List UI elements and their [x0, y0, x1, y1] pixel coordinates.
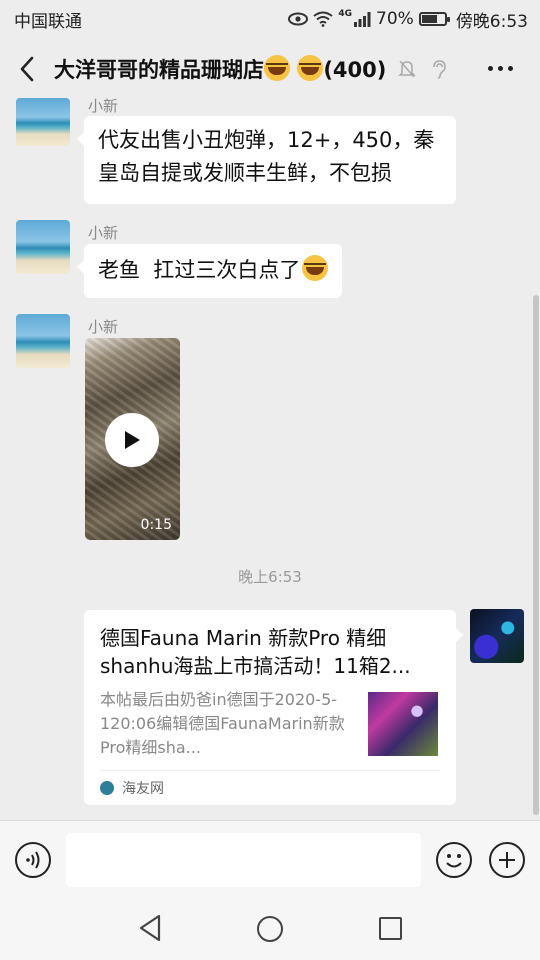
play-icon [125, 431, 140, 449]
emoji-button[interactable] [436, 842, 472, 878]
sender-name: 小新 [88, 224, 119, 242]
link-title: 德国Fauna Marin 新款Pro 精细shanhu海盐上市搞活动！11箱2… [100, 626, 411, 678]
nav-home-button[interactable] [257, 916, 283, 942]
more-button[interactable] [488, 56, 518, 80]
status-bar: 中国联通 4G 70% 傍晚6:53 [0, 0, 540, 38]
video-duration: 0:15 [140, 517, 172, 533]
chat-header: 大洋哥哥的精品珊瑚店 (400) [0, 38, 540, 100]
nav-recents-button[interactable] [379, 917, 402, 940]
status-icons: 4G 70% 傍晚6:53 [288, 7, 528, 32]
wifi-icon [313, 11, 333, 27]
more-dot [498, 65, 503, 71]
play-button[interactable] [105, 413, 159, 467]
video-message[interactable]: 0:15 [85, 338, 180, 540]
member-count: (400) [323, 58, 387, 82]
eye-icon [288, 12, 309, 26]
my-avatar[interactable] [470, 609, 524, 663]
link-source: 海友网 [100, 770, 440, 805]
input-bar [0, 820, 540, 898]
sender-name: 小新 [88, 318, 119, 336]
emoji-icon [446, 854, 462, 868]
chat-title: 大洋哥哥的精品珊瑚店 (400) [54, 54, 386, 84]
more-functions-button[interactable] [489, 842, 525, 878]
message-bubble[interactable]: 老鱼 扛过三次白点了 [76, 244, 343, 298]
message-text: 老鱼 扛过三次白点了 [98, 258, 301, 282]
link-description: 本帖最后由奶爸in德国于2020-5-120:06编辑德国FaunaMarin新… [100, 690, 345, 757]
source-logo-icon [100, 781, 114, 795]
bell-off-icon [396, 58, 418, 80]
signal-icon [354, 11, 371, 27]
sender-avatar[interactable] [16, 314, 70, 368]
shared-link-card[interactable]: 德国Fauna Marin 新款Pro 精细shanhu海盐上市搞活动！11箱2… [84, 610, 463, 805]
triangle-back-icon [139, 914, 161, 942]
more-dots-icon [488, 65, 493, 71]
clock: 傍晚6:53 [455, 11, 528, 32]
message-input[interactable] [66, 833, 421, 887]
system-nav-bar [0, 898, 540, 960]
scrollbar[interactable] [533, 295, 539, 815]
battery-fill [421, 15, 438, 23]
nav-back-button[interactable] [138, 914, 162, 946]
plus-icon [499, 852, 515, 868]
sender-avatar[interactable] [16, 220, 70, 274]
voice-button[interactable] [15, 842, 51, 878]
chevron-left-icon [20, 56, 34, 82]
carrier-label: 中国联通 [14, 11, 82, 32]
back-button[interactable] [12, 49, 42, 89]
laughing-emoji-icon [302, 255, 329, 281]
laughing-emoji-icon [297, 55, 324, 81]
link-thumbnail [368, 692, 438, 756]
link-body: 本帖最后由奶爸in德国于2020-5-120:06编辑德国FaunaMarin新… [100, 688, 440, 760]
group-name: 大洋哥哥的精品珊瑚店 [54, 58, 264, 82]
sender-avatar[interactable] [16, 98, 70, 146]
more-dot [508, 65, 513, 71]
laughing-emoji-icon [264, 55, 290, 81]
battery-icon [418, 12, 450, 26]
ear-icon [428, 58, 450, 80]
sender-name: 小新 [88, 97, 119, 115]
network-type: 4G [338, 8, 353, 19]
message-timestamp: 晚上6:53 [238, 568, 302, 586]
battery-percent: 70% [376, 9, 414, 29]
message-bubble[interactable]: 代友出售小丑炮弹，12+，450，秦皇岛自提或发顺丰生鲜，不包损 [77, 116, 456, 204]
voice-icon [26, 851, 40, 869]
source-name: 海友网 [122, 781, 164, 797]
